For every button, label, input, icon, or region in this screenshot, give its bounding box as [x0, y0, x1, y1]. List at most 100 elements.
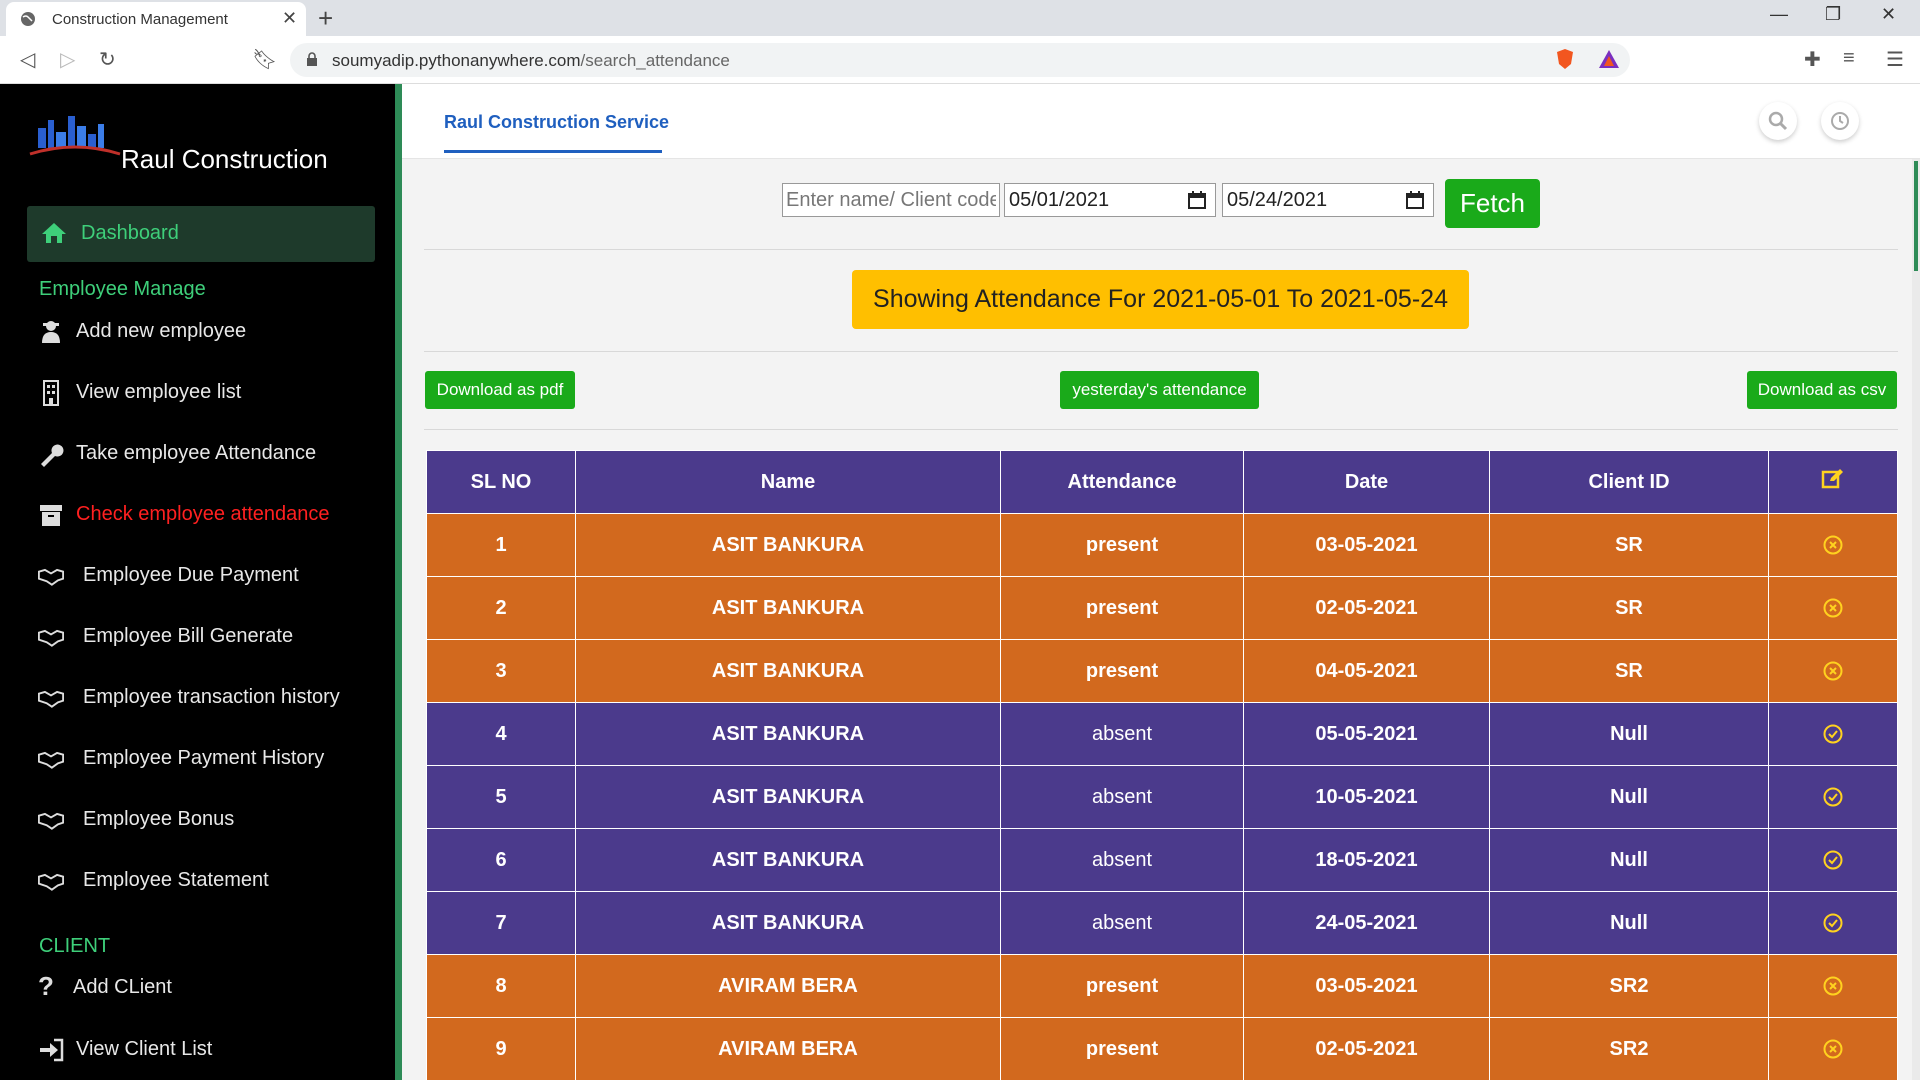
scrollbar[interactable]	[1912, 159, 1920, 1080]
url-text: soumyadip.pythonanywhere.com/search_atte…	[332, 51, 730, 70]
cell-status-toggle[interactable]	[1768, 891, 1898, 955]
cell-status-toggle[interactable]	[1768, 954, 1898, 1018]
table-header-row: SL NO Name Attendance Date Client ID	[426, 450, 1898, 514]
new-tab-icon[interactable]: +	[318, 3, 333, 34]
cell-client-id: SR	[1489, 576, 1769, 640]
sidebar-item-take-attendance[interactable]: Take employee Attendance	[38, 435, 378, 475]
close-window-icon[interactable]: ✕	[1881, 4, 1896, 25]
attendance-range-banner: Showing Attendance For 2021-05-01 To 202…	[852, 270, 1469, 329]
close-tab-icon[interactable]: ✕	[282, 8, 297, 29]
cell-status-toggle[interactable]	[1768, 576, 1898, 640]
scrollbar-thumb[interactable]	[1914, 161, 1918, 271]
table-row: 2 ASIT BANKURA present 02-05-2021 SR	[426, 576, 1898, 640]
history-button[interactable]	[1821, 102, 1859, 140]
times-circle-icon[interactable]	[1822, 597, 1844, 619]
cell-name: ASIT BANKURA	[575, 891, 1001, 955]
download-csv-button[interactable]: Download as csv	[1747, 371, 1897, 409]
sidebar-item-view-client-list[interactable]: View Client List	[38, 1031, 378, 1071]
cell-date: 24-05-2021	[1243, 891, 1490, 955]
browser-toolbar: ◁ ▷ ↻ 🔖︎ soumyadip.pythonanywhere.com/se…	[0, 36, 1920, 84]
fetch-button[interactable]: Fetch	[1445, 179, 1540, 228]
sidebar-item-add-employee[interactable]: Add new employee	[38, 313, 378, 353]
sidebar-item-statement[interactable]: Employee Statement	[38, 862, 378, 902]
sidebar-item-transaction-history[interactable]: Employee transaction history	[38, 679, 378, 719]
media-icon[interactable]: ≡	[1843, 47, 1855, 70]
sidebar-item-payment-history[interactable]: Employee Payment History	[38, 740, 378, 780]
sidebar-item-bonus[interactable]: Employee Bonus	[38, 801, 378, 841]
cell-status-toggle[interactable]	[1768, 765, 1898, 829]
cell-status-toggle[interactable]	[1768, 513, 1898, 577]
sign-in-icon	[40, 1038, 64, 1062]
times-circle-icon[interactable]	[1822, 1038, 1844, 1060]
extensions-icon[interactable]: ✚	[1804, 47, 1821, 72]
divider	[424, 429, 1898, 430]
sidebar-item-label: View employee list	[76, 381, 242, 403]
cell-sl-no: 2	[426, 576, 576, 640]
address-bar[interactable]: soumyadip.pythonanywhere.com/search_atte…	[290, 43, 1630, 77]
brave-rewards-icon[interactable]	[1598, 48, 1620, 70]
sidebar-item-due-payment[interactable]: Employee Due Payment	[38, 557, 378, 597]
cell-attendance: absent	[1000, 891, 1244, 955]
archive-icon	[40, 505, 62, 526]
brave-shield-icon[interactable]	[1554, 48, 1576, 70]
cell-client-id: SR2	[1489, 1017, 1769, 1081]
cell-date: 03-05-2021	[1243, 954, 1490, 1018]
cell-attendance: present	[1000, 513, 1244, 577]
cell-attendance: absent	[1000, 828, 1244, 892]
check-circle-icon[interactable]	[1822, 849, 1844, 871]
handshake-icon	[38, 873, 64, 891]
table-row: 6 ASIT BANKURA absent 18-05-2021 Null	[426, 828, 1898, 892]
calendar-icon[interactable]	[1187, 190, 1207, 210]
name-client-code-input[interactable]	[782, 183, 1000, 217]
bookmark-icon[interactable]: 🔖︎	[252, 47, 277, 72]
cell-date: 02-05-2021	[1243, 576, 1490, 640]
times-circle-icon[interactable]	[1822, 660, 1844, 682]
cell-client-id: Null	[1489, 891, 1769, 955]
sidebar-item-add-client[interactable]: ? Add CLient	[38, 969, 378, 1009]
main-content: 05/01/2021 05/24/2021 Fetch Showing Atte…	[402, 159, 1920, 1081]
search-icon	[1768, 111, 1788, 131]
header-date: Date	[1243, 450, 1490, 514]
sidebar-item-dashboard[interactable]: Dashboard	[27, 206, 375, 262]
table-row: 8 AVIRAM BERA present 03-05-2021 SR2	[426, 954, 1898, 1018]
cell-status-toggle[interactable]	[1768, 639, 1898, 703]
cell-status-toggle[interactable]	[1768, 828, 1898, 892]
cell-status-toggle[interactable]	[1768, 702, 1898, 766]
handshake-icon	[38, 629, 64, 647]
search-button[interactable]	[1759, 102, 1797, 140]
minimize-icon[interactable]: —	[1770, 4, 1788, 25]
sidebar-item-bill-generate[interactable]: Employee Bill Generate	[38, 618, 378, 658]
times-circle-icon[interactable]	[1822, 534, 1844, 556]
to-date-input[interactable]: 05/24/2021	[1222, 183, 1434, 217]
restore-icon[interactable]: ❐	[1825, 4, 1841, 25]
menu-icon[interactable]: ☰	[1886, 47, 1904, 72]
yesterday-attendance-button[interactable]: yesterday's attendance	[1060, 371, 1259, 409]
check-circle-icon[interactable]	[1822, 723, 1844, 745]
sidebar-item-check-attendance[interactable]: Check employee attendance	[38, 496, 378, 536]
download-pdf-button[interactable]: Download as pdf	[425, 371, 575, 409]
sidebar-item-view-employee-list[interactable]: View employee list	[38, 374, 378, 414]
tab-raul-construction-service[interactable]: Raul Construction Service	[444, 112, 669, 133]
cell-name: AVIRAM BERA	[575, 1017, 1001, 1081]
sidebar-item-label: Employee Bill Generate	[83, 625, 294, 647]
forward-icon[interactable]: ▷	[60, 47, 75, 72]
check-circle-icon[interactable]	[1822, 912, 1844, 934]
cell-name: ASIT BANKURA	[575, 576, 1001, 640]
cell-attendance: present	[1000, 639, 1244, 703]
home-icon	[42, 223, 66, 243]
calendar-icon[interactable]	[1405, 190, 1425, 210]
back-icon[interactable]: ◁	[20, 47, 35, 72]
cell-name: ASIT BANKURA	[575, 702, 1001, 766]
handshake-icon	[38, 812, 64, 830]
check-circle-icon[interactable]	[1822, 786, 1844, 808]
from-date-input[interactable]: 05/01/2021	[1004, 183, 1216, 217]
cell-name: ASIT BANKURA	[575, 765, 1001, 829]
cell-status-toggle[interactable]	[1768, 1017, 1898, 1081]
cell-sl-no: 5	[426, 765, 576, 829]
browser-tab[interactable]: Construction Management ✕	[6, 2, 306, 36]
cell-sl-no: 4	[426, 702, 576, 766]
times-circle-icon[interactable]	[1822, 975, 1844, 997]
reload-icon[interactable]: ↻	[99, 47, 116, 72]
wrench-icon	[41, 444, 64, 467]
table-row: 5 ASIT BANKURA absent 10-05-2021 Null	[426, 765, 1898, 829]
